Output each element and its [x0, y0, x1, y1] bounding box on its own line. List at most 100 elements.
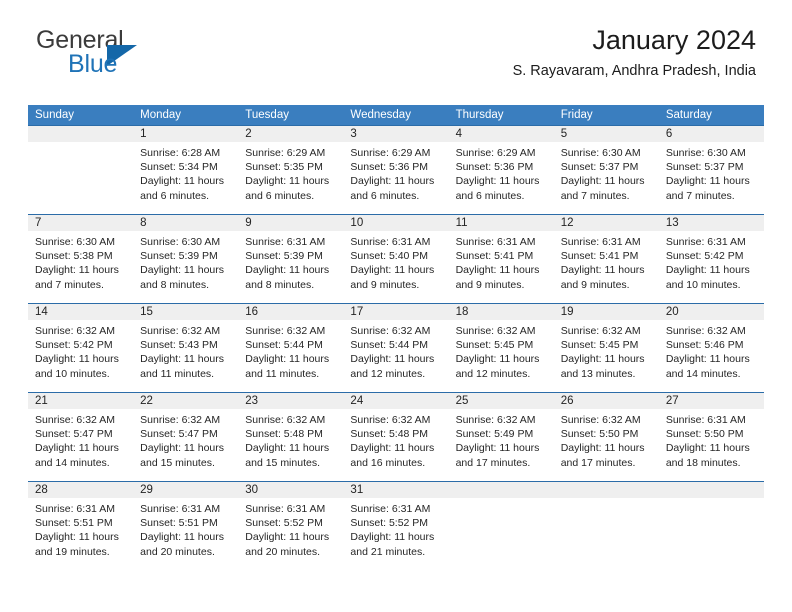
- day-number[interactable]: 7: [28, 215, 133, 231]
- daylight-text-line1: Daylight: 11 hours: [245, 531, 330, 544]
- day-cell[interactable]: [28, 142, 133, 214]
- daylight-text-line1: Daylight: 11 hours: [245, 175, 330, 188]
- day-cell[interactable]: Sunrise: 6:31 AM Sunset: 5:50 PM Dayligh…: [659, 409, 764, 481]
- day-number[interactable]: 18: [449, 304, 554, 320]
- day-number[interactable]: 12: [554, 215, 659, 231]
- day-cell[interactable]: Sunrise: 6:32 AM Sunset: 5:45 PM Dayligh…: [554, 320, 659, 392]
- general-blue-logo[interactable]: General Blue: [36, 28, 176, 78]
- daylight-text-line1: Daylight: 11 hours: [665, 175, 750, 188]
- day-cell[interactable]: Sunrise: 6:28 AM Sunset: 5:34 PM Dayligh…: [133, 142, 238, 214]
- day-number[interactable]: 29: [133, 482, 238, 498]
- day-cell[interactable]: Sunrise: 6:31 AM Sunset: 5:52 PM Dayligh…: [238, 498, 343, 570]
- sunrise-text: Sunrise: 6:32 AM: [35, 414, 115, 426]
- weekday-header-friday: Friday: [560, 109, 593, 121]
- day-number[interactable]: 13: [659, 215, 764, 231]
- day-cell[interactable]: Sunrise: 6:32 AM Sunset: 5:44 PM Dayligh…: [238, 320, 343, 392]
- day-cell[interactable]: Sunrise: 6:30 AM Sunset: 5:39 PM Dayligh…: [133, 231, 238, 303]
- day-cell[interactable]: [449, 498, 554, 570]
- day-cell[interactable]: [554, 498, 659, 570]
- sunset-text: Sunset: 5:47 PM: [35, 428, 113, 441]
- day-number-band: 1 2 3 4 5 6: [28, 126, 764, 142]
- daylight-text-line2: and 7 minutes.: [665, 189, 735, 202]
- day-number[interactable]: [554, 482, 659, 498]
- day-number[interactable]: [449, 482, 554, 498]
- day-cell[interactable]: Sunrise: 6:29 AM Sunset: 5:36 PM Dayligh…: [343, 142, 448, 214]
- sunset-text: Sunset: 5:39 PM: [245, 250, 323, 263]
- day-cell[interactable]: Sunrise: 6:32 AM Sunset: 5:46 PM Dayligh…: [659, 320, 764, 392]
- day-number[interactable]: [659, 482, 764, 498]
- day-cell[interactable]: Sunrise: 6:32 AM Sunset: 5:42 PM Dayligh…: [28, 320, 133, 392]
- day-number[interactable]: 24: [343, 393, 448, 409]
- day-cell[interactable]: Sunrise: 6:31 AM Sunset: 5:40 PM Dayligh…: [343, 231, 448, 303]
- day-cell[interactable]: Sunrise: 6:32 AM Sunset: 5:47 PM Dayligh…: [133, 409, 238, 481]
- day-cell[interactable]: Sunrise: 6:31 AM Sunset: 5:52 PM Dayligh…: [343, 498, 448, 570]
- daylight-text-line2: and 14 minutes.: [35, 456, 110, 469]
- sunset-text: Sunset: 5:43 PM: [140, 339, 218, 352]
- day-number[interactable]: 23: [238, 393, 343, 409]
- day-number[interactable]: 20: [659, 304, 764, 320]
- day-cell[interactable]: Sunrise: 6:30 AM Sunset: 5:37 PM Dayligh…: [659, 142, 764, 214]
- day-cell[interactable]: Sunrise: 6:31 AM Sunset: 5:51 PM Dayligh…: [133, 498, 238, 570]
- day-number[interactable]: 31: [343, 482, 448, 498]
- day-number[interactable]: 22: [133, 393, 238, 409]
- daylight-text-line2: and 10 minutes.: [35, 367, 110, 380]
- day-number[interactable]: 2: [238, 126, 343, 142]
- daylight-text-line2: and 14 minutes.: [665, 367, 741, 380]
- day-cell[interactable]: Sunrise: 6:30 AM Sunset: 5:37 PM Dayligh…: [554, 142, 659, 214]
- day-detail-band: Sunrise: 6:32 AM Sunset: 5:47 PM Dayligh…: [28, 409, 764, 481]
- day-number[interactable]: 26: [554, 393, 659, 409]
- day-cell[interactable]: Sunrise: 6:29 AM Sunset: 5:36 PM Dayligh…: [449, 142, 554, 214]
- daylight-text-line2: and 10 minutes.: [665, 278, 741, 291]
- day-cell[interactable]: [659, 498, 764, 570]
- day-number[interactable]: 4: [449, 126, 554, 142]
- day-cell[interactable]: Sunrise: 6:32 AM Sunset: 5:48 PM Dayligh…: [343, 409, 448, 481]
- sunrise-text: Sunrise: 6:32 AM: [245, 325, 326, 337]
- daylight-text-line1: Daylight: 11 hours: [560, 264, 645, 277]
- day-number-band: 7 8 9 10 11 12 13: [28, 215, 764, 231]
- daylight-text-line2: and 13 minutes.: [560, 367, 636, 380]
- day-cell[interactable]: Sunrise: 6:31 AM Sunset: 5:41 PM Dayligh…: [554, 231, 659, 303]
- day-cell[interactable]: Sunrise: 6:32 AM Sunset: 5:50 PM Dayligh…: [554, 409, 659, 481]
- day-number[interactable]: 25: [449, 393, 554, 409]
- sunrise-text: Sunrise: 6:32 AM: [455, 325, 536, 337]
- day-cell[interactable]: Sunrise: 6:29 AM Sunset: 5:35 PM Dayligh…: [238, 142, 343, 214]
- day-number[interactable]: 10: [343, 215, 448, 231]
- day-number[interactable]: 15: [133, 304, 238, 320]
- day-number[interactable]: 5: [554, 126, 659, 142]
- day-cell[interactable]: Sunrise: 6:31 AM Sunset: 5:41 PM Dayligh…: [449, 231, 554, 303]
- sunrise-text: Sunrise: 6:32 AM: [140, 414, 221, 426]
- day-cell[interactable]: Sunrise: 6:31 AM Sunset: 5:42 PM Dayligh…: [659, 231, 764, 303]
- day-number[interactable]: 14: [28, 304, 133, 320]
- daylight-text-line1: Daylight: 11 hours: [350, 353, 435, 366]
- day-cell[interactable]: Sunrise: 6:30 AM Sunset: 5:38 PM Dayligh…: [28, 231, 133, 303]
- day-cell[interactable]: Sunrise: 6:32 AM Sunset: 5:47 PM Dayligh…: [28, 409, 133, 481]
- calendar-page: General Blue January 2024 S. Rayavaram, …: [0, 0, 792, 612]
- daylight-text-line2: and 8 minutes.: [140, 278, 210, 291]
- day-number[interactable]: 21: [28, 393, 133, 409]
- day-number[interactable]: 11: [449, 215, 554, 231]
- day-number[interactable]: 17: [343, 304, 448, 320]
- day-cell[interactable]: Sunrise: 6:31 AM Sunset: 5:51 PM Dayligh…: [28, 498, 133, 570]
- day-number[interactable]: 6: [659, 126, 764, 142]
- sunrise-text: Sunrise: 6:31 AM: [245, 236, 326, 248]
- day-number[interactable]: 19: [554, 304, 659, 320]
- day-cell[interactable]: Sunrise: 6:32 AM Sunset: 5:48 PM Dayligh…: [238, 409, 343, 481]
- day-number[interactable]: 9: [238, 215, 343, 231]
- day-number[interactable]: 28: [28, 482, 133, 498]
- day-number[interactable]: 8: [133, 215, 238, 231]
- day-cell[interactable]: Sunrise: 6:31 AM Sunset: 5:39 PM Dayligh…: [238, 231, 343, 303]
- day-cell[interactable]: Sunrise: 6:32 AM Sunset: 5:45 PM Dayligh…: [449, 320, 554, 392]
- weekday-header-sunday: Sunday: [35, 109, 75, 121]
- day-cell[interactable]: Sunrise: 6:32 AM Sunset: 5:49 PM Dayligh…: [449, 409, 554, 481]
- day-cell[interactable]: Sunrise: 6:32 AM Sunset: 5:44 PM Dayligh…: [343, 320, 448, 392]
- day-number[interactable]: 3: [343, 126, 448, 142]
- day-number[interactable]: 27: [659, 393, 764, 409]
- day-number[interactable]: 1: [133, 126, 238, 142]
- day-cell[interactable]: Sunrise: 6:32 AM Sunset: 5:43 PM Dayligh…: [133, 320, 238, 392]
- day-number[interactable]: [28, 126, 133, 142]
- sunset-text: Sunset: 5:51 PM: [35, 517, 113, 530]
- daylight-text-line2: and 9 minutes.: [560, 278, 630, 291]
- sunrise-text: Sunrise: 6:32 AM: [140, 325, 221, 337]
- day-number[interactable]: 16: [238, 304, 343, 320]
- day-number[interactable]: 30: [238, 482, 343, 498]
